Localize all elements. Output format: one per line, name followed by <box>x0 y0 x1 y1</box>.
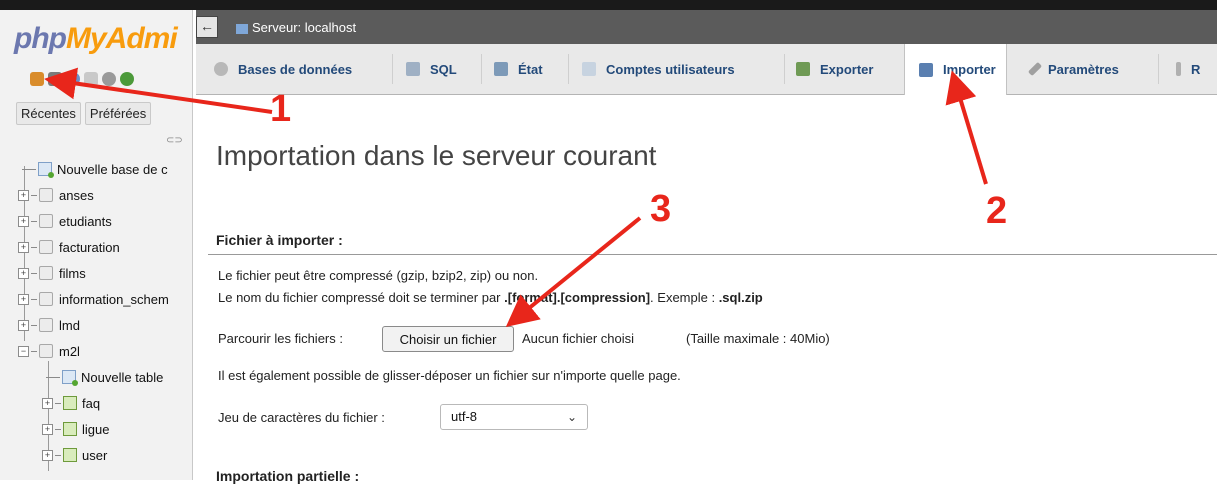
annotation-number-2: 2 <box>986 190 1008 232</box>
arrow-3 <box>505 216 642 328</box>
annotation-number-3: 3 <box>650 188 672 230</box>
arrow-1 <box>44 67 273 114</box>
arrow-2 <box>945 70 988 185</box>
annotation-number-1: 1 <box>270 88 292 130</box>
annotation-overlay <box>44 67 988 328</box>
